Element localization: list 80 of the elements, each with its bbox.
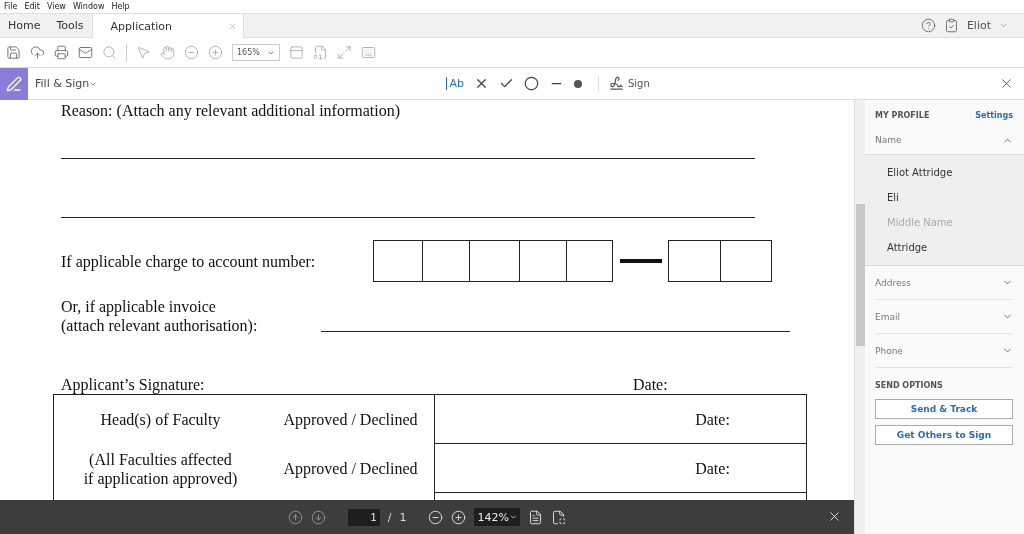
pointer-icon[interactable] bbox=[136, 45, 151, 60]
caret-icon[interactable] bbox=[999, 21, 1008, 30]
form-label: If applicable charge to account number: bbox=[61, 251, 317, 271]
form-label: Date: bbox=[633, 375, 668, 394]
tab[interactable]: Application bbox=[91, 14, 245, 38]
profile-field[interactable]: Eli bbox=[885, 185, 1014, 210]
profile-section-header[interactable]: Email bbox=[875, 300, 1013, 334]
sign-tool[interactable]: Sign bbox=[598, 76, 650, 91]
profile-field[interactable]: Attridge bbox=[885, 235, 1014, 260]
profile-section-header[interactable]: Name bbox=[875, 126, 1013, 154]
form-label: Or, if applicable invoice (attach relevant authorisation): bbox=[61, 297, 259, 335]
zoom-dropdown[interactable]: 142% bbox=[474, 508, 521, 526]
section-heading: MY PROFILE bbox=[875, 111, 930, 120]
profile-field[interactable]: Middle Name bbox=[885, 210, 1014, 235]
printer-icon[interactable] bbox=[54, 45, 69, 60]
profile-section-header[interactable]: Address bbox=[875, 266, 1013, 300]
table-cell-text: Approved / Declined bbox=[282, 459, 419, 480]
tab[interactable]: Home bbox=[0, 14, 49, 37]
expand-icon[interactable] bbox=[337, 45, 352, 60]
account-digit-box bbox=[566, 240, 613, 282]
menu-item[interactable]: Help bbox=[111, 2, 130, 11]
table-cell-text: Approved / Declined bbox=[282, 410, 419, 431]
table-cell: Date: bbox=[619, 395, 806, 444]
pen-icon bbox=[6, 75, 22, 92]
keyboard-icon[interactable] bbox=[361, 45, 376, 60]
fill-sign-menu[interactable]: Fill & Sign bbox=[35, 77, 98, 90]
account-digit-box bbox=[373, 240, 423, 282]
menu-item[interactable]: Edit bbox=[24, 2, 40, 11]
save-icon[interactable] bbox=[6, 45, 21, 60]
account-digit-box bbox=[720, 240, 772, 282]
document-icon[interactable] bbox=[313, 45, 328, 60]
section-label: Phone bbox=[875, 345, 903, 356]
menu-item[interactable]: File bbox=[4, 2, 18, 11]
form-label: Reason: (Attach any relevant additional information) bbox=[61, 101, 401, 120]
scrollbar-thumb[interactable] bbox=[855, 204, 865, 346]
search-icon[interactable] bbox=[102, 45, 117, 60]
add-text-tool[interactable]: Ab bbox=[446, 77, 464, 90]
arrow-up-icon[interactable] bbox=[287, 509, 303, 525]
section-heading: SEND OPTIONS bbox=[875, 381, 944, 390]
fit-page-icon[interactable] bbox=[551, 509, 567, 525]
close-icon[interactable] bbox=[999, 76, 1014, 91]
user-menu[interactable]: Eliot bbox=[966, 19, 991, 32]
profile-section-header[interactable]: Phone bbox=[875, 334, 1013, 368]
tab[interactable]: Tools bbox=[48, 14, 92, 37]
account-digit-box bbox=[519, 240, 567, 282]
circle-icon[interactable] bbox=[524, 76, 539, 91]
signature-icon bbox=[609, 76, 624, 91]
cross-icon[interactable] bbox=[474, 76, 489, 91]
page-layout-icon[interactable] bbox=[289, 45, 304, 60]
page-total: 1 bbox=[399, 510, 407, 524]
page-separator: / bbox=[387, 510, 392, 524]
page-number-field[interactable]: 1 bbox=[347, 508, 380, 526]
account-digit-box bbox=[668, 240, 721, 282]
fill-sign-tool-tile[interactable] bbox=[0, 67, 28, 100]
help-icon[interactable] bbox=[920, 18, 936, 33]
table-cell-text: Head(s) of Faculty bbox=[99, 410, 222, 431]
section-label: Address bbox=[875, 277, 911, 288]
dash-mark bbox=[620, 259, 662, 263]
table-cell-text: (All Faculties affected if application approved) bbox=[82, 449, 239, 490]
account-digit-box bbox=[422, 240, 470, 282]
section-label: Email bbox=[875, 311, 900, 322]
hand-icon[interactable] bbox=[160, 45, 175, 60]
arrow-down-icon[interactable] bbox=[310, 509, 326, 525]
profile-field[interactable]: Eliot Attridge bbox=[885, 160, 1014, 185]
menu-item[interactable]: Window bbox=[72, 2, 105, 11]
upload-cloud-icon[interactable] bbox=[30, 45, 45, 60]
account-digit-box bbox=[469, 240, 520, 282]
section-label: Name bbox=[875, 135, 902, 145]
envelope-icon[interactable] bbox=[78, 45, 93, 60]
dot-icon[interactable] bbox=[574, 79, 582, 88]
fit-width-icon[interactable] bbox=[528, 509, 544, 525]
zoom-dropdown[interactable]: 165% bbox=[232, 44, 280, 61]
table-cell: Date: bbox=[619, 444, 806, 493]
menu-item[interactable]: View bbox=[46, 2, 66, 11]
caret-icon bbox=[508, 512, 518, 522]
form-label: Applicant’s Signature: bbox=[61, 375, 206, 394]
settings-link[interactable]: Settings bbox=[975, 111, 1013, 120]
clipboard-check-icon[interactable] bbox=[943, 18, 959, 33]
send-option-button[interactable]: Send & Track bbox=[875, 399, 1013, 419]
send-option-button[interactable]: Get Others to Sign bbox=[875, 425, 1013, 445]
